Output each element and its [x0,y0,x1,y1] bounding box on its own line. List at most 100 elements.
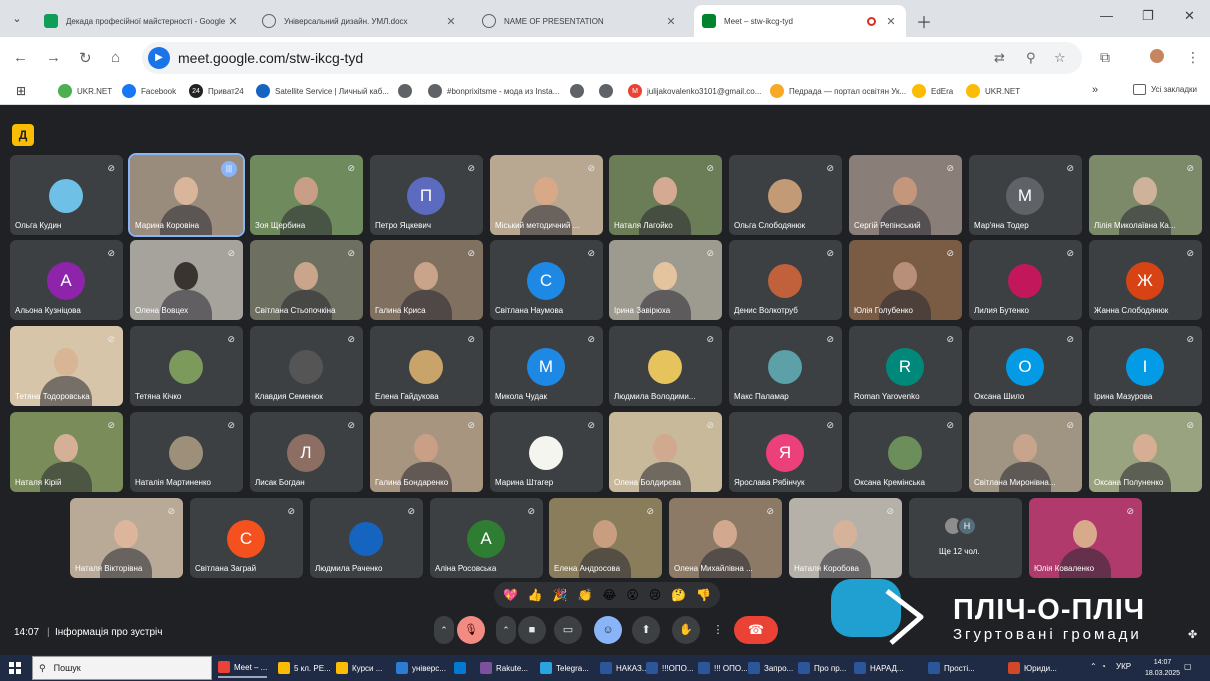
participant-tile[interactable]: Сергій Репінський ⊘ [849,155,962,235]
audio-options-chevron-icon[interactable]: ⌃ [434,616,454,644]
meeting-badge[interactable]: Д [12,124,34,146]
participant-tile[interactable]: Марина Коровіна ||| [128,153,245,237]
home-icon[interactable]: ⌂ [111,49,120,66]
taskbar-app[interactable]: універс... [396,658,446,678]
captions-button[interactable]: ▭ [554,616,582,644]
participant-tile[interactable]: І Ірина Мазурова ⊘ [1089,326,1202,406]
tab-close-icon[interactable]: ✕ [664,15,678,28]
mic-off-button[interactable]: 🎙 [457,616,485,644]
participant-tile[interactable]: А Альона Кузніцова ⊘ [10,240,123,320]
language-indicator[interactable]: УКР [1116,662,1131,671]
taskbar-app[interactable]: Прості... [928,658,975,678]
maximize-icon[interactable]: ❐ [1142,8,1154,24]
participant-tile[interactable]: Денис Волкотруб ⊘ [729,240,842,320]
bookmark-item[interactable] [599,84,618,98]
browser-tab[interactable]: Декада професійної майстерності - Google… [36,5,248,37]
taskbar-app[interactable]: !!!ОПО... [646,658,694,678]
more-options-button[interactable]: ⋮ [704,616,732,644]
more-bookmarks-icon[interactable]: » [1092,84,1098,96]
taskbar-app[interactable]: НАРАД... [854,658,904,678]
participant-tile[interactable]: М Мар'яна Тодер ⊘ [969,155,1082,235]
back-icon[interactable]: ← [13,49,28,66]
bookmark-item[interactable]: Satellite Service | Личный каб... [256,84,389,98]
video-options-chevron-icon[interactable]: ⌃ [496,616,516,644]
participant-tile[interactable]: Галина Криса ⊘ [370,240,483,320]
bookmark-star-icon[interactable]: ☆ [1054,50,1066,66]
bookmark-item[interactable]: UKR.NET [58,84,112,98]
participant-tile[interactable]: Елена Гайдукова ⊘ [370,326,483,406]
present-screen-button[interactable]: ⬆ [632,616,660,644]
participant-tile[interactable]: С Світлана Наумова ⊘ [490,240,603,320]
participant-tile[interactable]: Оксана Полуненко ⊘ [1089,412,1202,492]
reaction-emoji[interactable]: 👎 [696,588,711,602]
bookmark-item[interactable]: Педрада — портал освітян Ук... [770,84,906,98]
participant-tile[interactable]: Олена Михайлівна ... ⊘ [669,498,782,578]
participant-tile[interactable]: Тетяна Кічко ⊘ [130,326,243,406]
meeting-info-label[interactable]: Інформація про зустріч [55,627,162,638]
participant-tile[interactable]: П Петро Яцкевич ⊘ [370,155,483,235]
participant-tile[interactable]: Лилия Бутенко ⊘ [969,240,1082,320]
emoji-button[interactable]: ☺ [594,616,622,644]
participant-tile[interactable]: Л Лисак Богдан ⊘ [250,412,363,492]
participant-tile[interactable]: Лілія Миколаївна Ка... ⊘ [1089,155,1202,235]
reload-icon[interactable]: ↻ [79,49,92,67]
taskbar-app[interactable]: Telegra... [540,658,589,678]
participant-tile[interactable]: Наталя Коробова ⊘ [789,498,902,578]
browser-tab[interactable]: NAME OF PRESENTATION ✕ [474,5,686,37]
meet-site-icon[interactable]: ▶ [148,47,170,69]
participant-tile[interactable]: О Оксана Шило ⊘ [969,326,1082,406]
participant-tile[interactable]: Тетяна Тодоровська ⊘ [10,326,123,406]
browser-tab[interactable]: Універсальний дизайн. УМЛ.docx ✕ [254,5,466,37]
taskbar-search-input[interactable]: ⚲ Пошук [32,656,212,680]
reaction-emoji[interactable]: 👍 [528,588,543,602]
participant-tile[interactable]: Клавдия Семенюк ⊘ [250,326,363,406]
participant-tile[interactable]: Марина Штагер ⊘ [490,412,603,492]
more-participants-tile[interactable]: Н Ще 12 чол. [909,498,1022,578]
forward-icon[interactable]: → [46,49,61,66]
participant-tile[interactable]: Наталя Кірій ⊘ [10,412,123,492]
participant-tile[interactable]: Юлія Голубенко ⊘ [849,240,962,320]
bookmark-item[interactable]: #bonprixitsme - мода из Insta... [428,84,559,98]
tab-close-icon[interactable]: ✕ [444,15,458,28]
bookmark-item[interactable]: Mjulijakovalenko3101@gmail.co... [628,84,761,98]
participant-tile[interactable]: Наталя Лагойко ⊘ [609,155,722,235]
taskbar-app[interactable] [454,658,470,678]
participant-tile[interactable]: R Roman Yarovenko ⊘ [849,326,962,406]
taskbar-app[interactable]: 5 кл. РЕ... [278,658,331,678]
bookmark-item[interactable] [398,84,417,98]
reaction-emoji[interactable]: 😂 [602,588,616,602]
taskbar-app[interactable]: Meet – ... [218,658,268,678]
participant-tile[interactable]: Олена Болдирєва ⊘ [609,412,722,492]
bookmark-item[interactable] [570,84,589,98]
participant-tile[interactable]: Людмила Володими... ⊘ [609,326,722,406]
notifications-icon[interactable]: ▢ [1184,662,1192,671]
reaction-emoji[interactable]: 😢 [649,588,662,602]
network-icon[interactable]: ◔ [1101,662,1106,671]
tab-close-icon[interactable]: ✕ [884,15,898,28]
reaction-emoji[interactable]: 😮 [626,588,639,602]
participant-tile[interactable]: Людмила Раченко ⊘ [310,498,423,578]
participant-tile[interactable]: М Микола Чудак ⊘ [490,326,603,406]
tab-search-icon[interactable]: ⌄ [6,8,28,30]
participant-tile[interactable]: Ольга Слободянюк ⊘ [729,155,842,235]
window-close-icon[interactable]: ✕ [1184,8,1195,24]
participant-tile[interactable]: Ольга Кудин ⊘ [10,155,123,235]
participant-tile[interactable]: А Аліна Росовська ⊘ [430,498,543,578]
taskbar-app[interactable]: !!! ОПО... [698,658,748,678]
apps-grid-icon[interactable]: ⊞ [16,84,26,98]
leave-call-button[interactable]: ☎ [734,616,778,644]
new-tab-icon[interactable]: ＋ [916,9,932,33]
url-text[interactable]: meet.google.com/stw-ikcg-tyd [178,50,363,66]
bookmark-item[interactable]: 24 Приват24 [189,84,244,98]
taskbar-app[interactable]: Rakute... [480,658,528,678]
participant-tile[interactable]: Світлана Стьопочкіна ⊘ [250,240,363,320]
participant-tile[interactable]: Елена Андросова ⊘ [549,498,662,578]
participant-tile[interactable]: Світлана Миронівна... ⊘ [969,412,1082,492]
participant-tile[interactable]: Юлія Коваленко ⊘ [1029,498,1142,578]
bookmark-item[interactable]: EdEra [912,84,953,98]
participant-tile[interactable]: Наталя Вікторівна ⊘ [70,498,183,578]
activities-icon[interactable]: ✤ [1188,628,1197,641]
minimize-icon[interactable]: — [1100,8,1113,23]
taskbar-app[interactable]: Про пр... [798,658,846,678]
menu-dots-icon[interactable]: ⋮ [1186,49,1200,66]
